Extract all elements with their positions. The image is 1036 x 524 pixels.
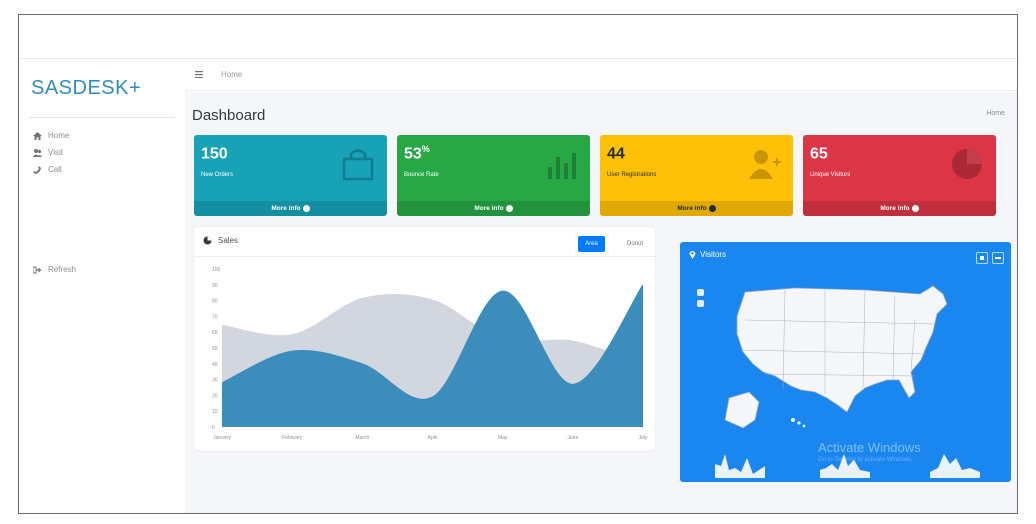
stat-label: New Orders (201, 172, 234, 178)
y-tick-label: 100 (212, 267, 221, 273)
arrow-circle-right-icon (911, 204, 919, 212)
stat-value: 65 (810, 145, 828, 163)
y-tick-label: 40 (212, 362, 218, 368)
page-title: Dashboard (192, 107, 266, 124)
x-tick-label: February (282, 435, 303, 441)
x-tick-label: June (567, 435, 578, 441)
sidebar-item-visit[interactable]: Visit (33, 148, 63, 157)
minus-icon (995, 257, 1001, 259)
y-tick-label: 0 (212, 425, 215, 431)
phone-icon (33, 166, 41, 174)
more-info-link[interactable]: More info (194, 201, 387, 216)
tab-area[interactable]: Area (578, 236, 605, 252)
calendar-icon (980, 256, 984, 260)
sidebar: SASDESK+ Home Visit Call Refresh (19, 59, 184, 513)
stat-box-user-registrations: 44 User Registrations More info (600, 135, 793, 216)
sparkline-1 (715, 454, 765, 478)
sidebar-item-label: Refresh (48, 265, 77, 274)
stat-box-unique-visitors: 65 Unique Visitors More info (803, 135, 996, 216)
x-tick-label: July (639, 435, 648, 441)
activate-windows-watermark: Activate Windows (818, 440, 921, 455)
topbar-home-link[interactable]: Home (221, 70, 242, 79)
stat-label: Unique Visitors (810, 172, 851, 178)
y-tick-label: 60 (212, 330, 218, 336)
sidebar-item-refresh[interactable]: Refresh (33, 265, 76, 274)
activate-windows-subtitle: Go to Settings to activate Windows. (818, 457, 913, 463)
x-tick-label: March (355, 435, 369, 441)
stat-value: 150 (201, 145, 228, 163)
main-content: Dashboard Home 150 New Orders More info … (185, 92, 1017, 513)
sales-card-title: Sales (218, 236, 239, 245)
sales-area-chart: 0 10 20 30 40 50 60 70 80 90 100 January February Mar… (212, 267, 648, 441)
stat-label: Bounce Rate (404, 172, 439, 178)
stat-value: 53% (404, 144, 430, 163)
arrow-circle-right-icon (708, 204, 716, 212)
home-icon (33, 131, 42, 140)
visitors-card-title: Visitors (700, 250, 727, 259)
brand-divider (29, 117, 175, 118)
sidebar-item-label: Home (48, 131, 70, 140)
y-tick-label: 20 (212, 393, 218, 399)
pie-chart-icon (203, 236, 212, 245)
map-zoom-out-button[interactable] (697, 300, 704, 307)
y-tick-label: 80 (212, 299, 218, 305)
bar-chart-icon (548, 153, 576, 179)
x-tick-label: January (213, 435, 231, 441)
tab-donut[interactable]: Donut (627, 236, 643, 252)
brand-logo[interactable]: SASDESK+ (31, 77, 141, 100)
browser-frame: SASDESK+ Home Visit Call Refresh Home Da… (18, 14, 1018, 514)
map-zoom-in-button[interactable] (697, 289, 704, 296)
y-tick-label: 10 (212, 409, 218, 415)
more-info-link[interactable]: More info (600, 201, 793, 216)
stat-box-bounce-rate: 53% Bounce Rate More info (397, 135, 590, 216)
x-tick-label: May (498, 435, 508, 441)
stat-box-new-orders: 150 New Orders More info (194, 135, 387, 216)
sales-card: Sales Area Donut 0 10 20 30 40 50 60 70 80 90 100 J… (194, 227, 655, 450)
y-tick-label: 30 (212, 378, 218, 384)
more-info-link[interactable]: More info (803, 201, 996, 216)
pie-chart-icon (952, 149, 982, 179)
arrow-circle-right-icon (302, 204, 310, 212)
x-tick-label: April (427, 435, 437, 441)
stat-label: User Registrations (607, 172, 657, 178)
y-tick-label: 50 (212, 346, 218, 352)
sidebar-item-call[interactable]: Call (33, 165, 62, 174)
user-plus-icon (749, 150, 781, 179)
hamburger-menu-icon[interactable] (195, 71, 203, 78)
calendar-button[interactable] (976, 252, 988, 264)
users-icon (33, 148, 42, 157)
sidebar-item-label: Call (48, 165, 62, 174)
signout-icon (33, 266, 42, 273)
breadcrumb[interactable]: Home (986, 110, 1005, 117)
y-tick-label: 70 (212, 314, 218, 320)
more-info-link[interactable]: More info (397, 201, 590, 216)
sparkline-3 (930, 454, 980, 478)
y-tick-label: 90 (212, 283, 218, 289)
top-navbar: Home (185, 59, 1017, 91)
sidebar-item-home[interactable]: Home (33, 131, 69, 140)
arrow-circle-right-icon (505, 204, 513, 212)
sidebar-item-label: Visit (48, 148, 63, 157)
sales-card-header: Sales Area Donut (194, 227, 655, 257)
visitors-card: Visitors Activate Windows Go to Settings… (680, 242, 1011, 482)
map-marker-icon (689, 251, 696, 259)
stat-value: 44 (607, 145, 625, 163)
usa-map[interactable] (715, 280, 970, 430)
collapse-button[interactable] (992, 252, 1004, 264)
bag-icon (342, 149, 374, 181)
